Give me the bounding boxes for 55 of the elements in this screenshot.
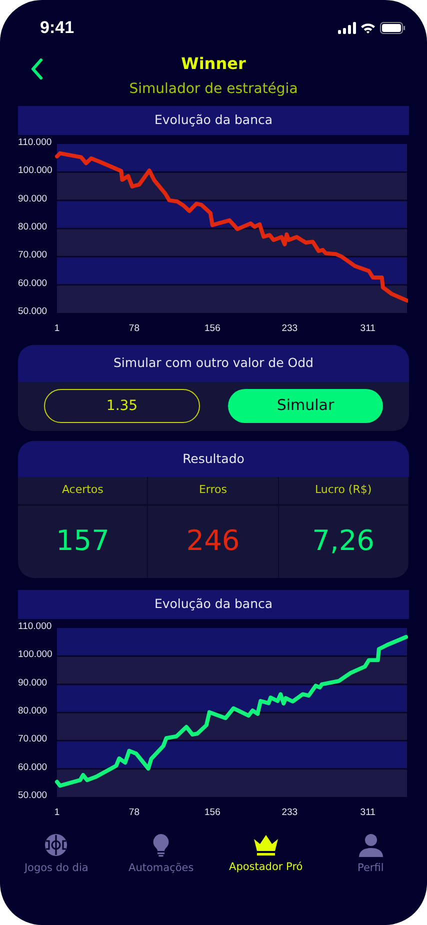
axis-label: 80.000	[18, 221, 48, 232]
nav-tab[interactable]: Apostador Pró	[214, 832, 318, 876]
card-title: Resultado	[18, 440, 409, 478]
card-title: Simular com outro valor de Odd	[18, 344, 409, 382]
axis-label: 80.000	[18, 705, 48, 716]
nav-label: Apostador Pró	[229, 860, 303, 874]
page-subtitle: Simulador de estratégia	[129, 80, 298, 99]
ball-icon	[44, 832, 68, 856]
axis-label: 78	[128, 322, 140, 334]
nav-tab[interactable]: Automações	[108, 832, 214, 876]
axis-label: 156	[204, 322, 220, 334]
axis-label: 1	[54, 806, 60, 818]
axis-label: 311	[360, 806, 376, 818]
axis-label: 110.000	[18, 136, 52, 148]
battery-icon	[380, 22, 405, 34]
card-title: Evolução da banca	[18, 106, 409, 135]
axis-label: 78	[128, 806, 140, 818]
axis-label: 311	[360, 322, 376, 334]
axis-label: 156	[204, 806, 220, 818]
wifi-icon	[360, 22, 376, 34]
card-title: Evolução da banca	[18, 590, 409, 618]
nav-label: Perfil	[357, 860, 384, 876]
signal-icon	[338, 22, 356, 34]
axis-label: 60.000	[18, 761, 48, 772]
axis-label: 233	[282, 322, 298, 334]
nav-tab[interactable]: Perfil	[318, 832, 423, 876]
axis-label: 70.000	[18, 733, 48, 744]
axis-label: 60.000	[18, 278, 48, 289]
axis-label: 233	[282, 806, 298, 818]
simulate-button[interactable]: Simular	[228, 388, 383, 422]
axis-label: 90.000	[18, 193, 48, 204]
nav-label: Jogos do dia	[24, 860, 88, 876]
result-value: 157	[18, 506, 148, 578]
axis-label: 1	[54, 322, 60, 334]
result-value: 7,26	[278, 506, 409, 578]
axis-label: 90.000	[18, 676, 48, 688]
axis-label: 70.000	[18, 249, 48, 260]
lightbulb-icon	[152, 832, 170, 856]
axis-label: 100.000	[18, 648, 52, 660]
nav-label: Automações	[128, 860, 194, 876]
axis-label: 50.000	[18, 306, 48, 317]
app-title: Winner	[181, 54, 246, 74]
column-label: Erros	[148, 477, 279, 506]
back-icon[interactable]	[30, 58, 44, 80]
crown-icon	[252, 832, 279, 856]
odd-input-field[interactable]: 1.35	[44, 388, 200, 422]
person-icon	[358, 832, 383, 856]
axis-label: 50.000	[18, 790, 48, 800]
result-value: 246	[148, 506, 279, 578]
nav-tab[interactable]: Jogos do dia	[4, 832, 109, 876]
axis-label: 100.000	[18, 164, 52, 176]
axis-label: 110.000	[18, 620, 52, 632]
column-label: Acertos	[18, 477, 148, 506]
status-time: 9:41	[40, 17, 74, 40]
column-label: Lucro (R$)	[278, 477, 409, 506]
